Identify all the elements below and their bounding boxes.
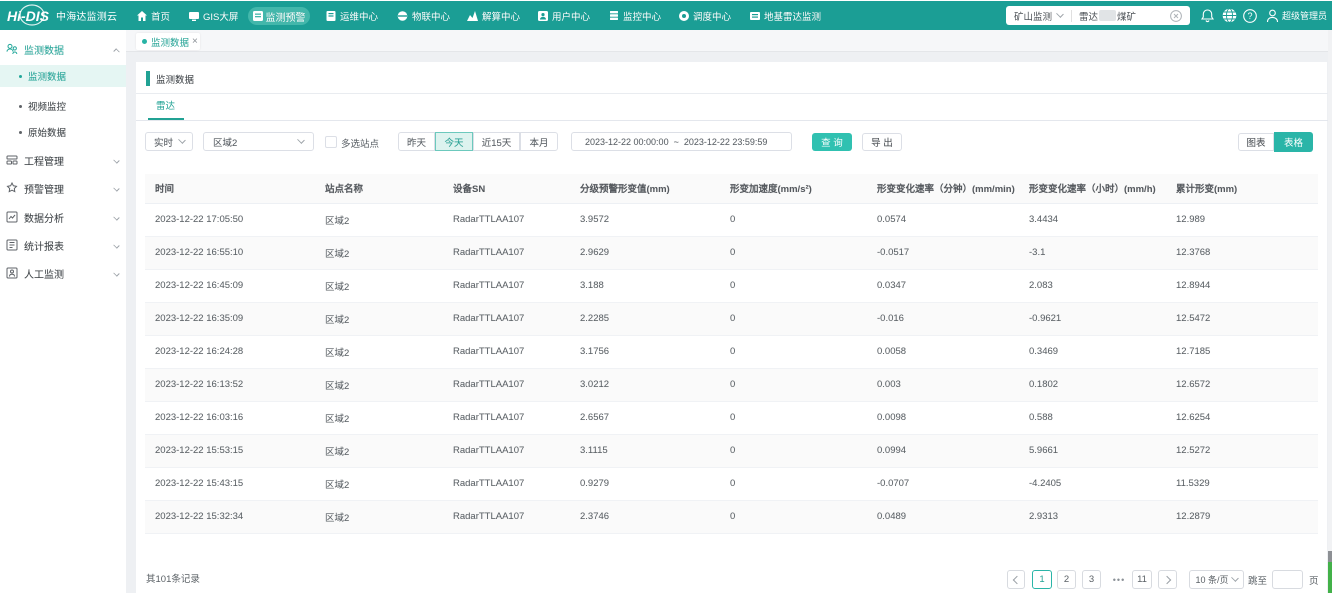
svg-text:?: ? [1247,11,1252,21]
